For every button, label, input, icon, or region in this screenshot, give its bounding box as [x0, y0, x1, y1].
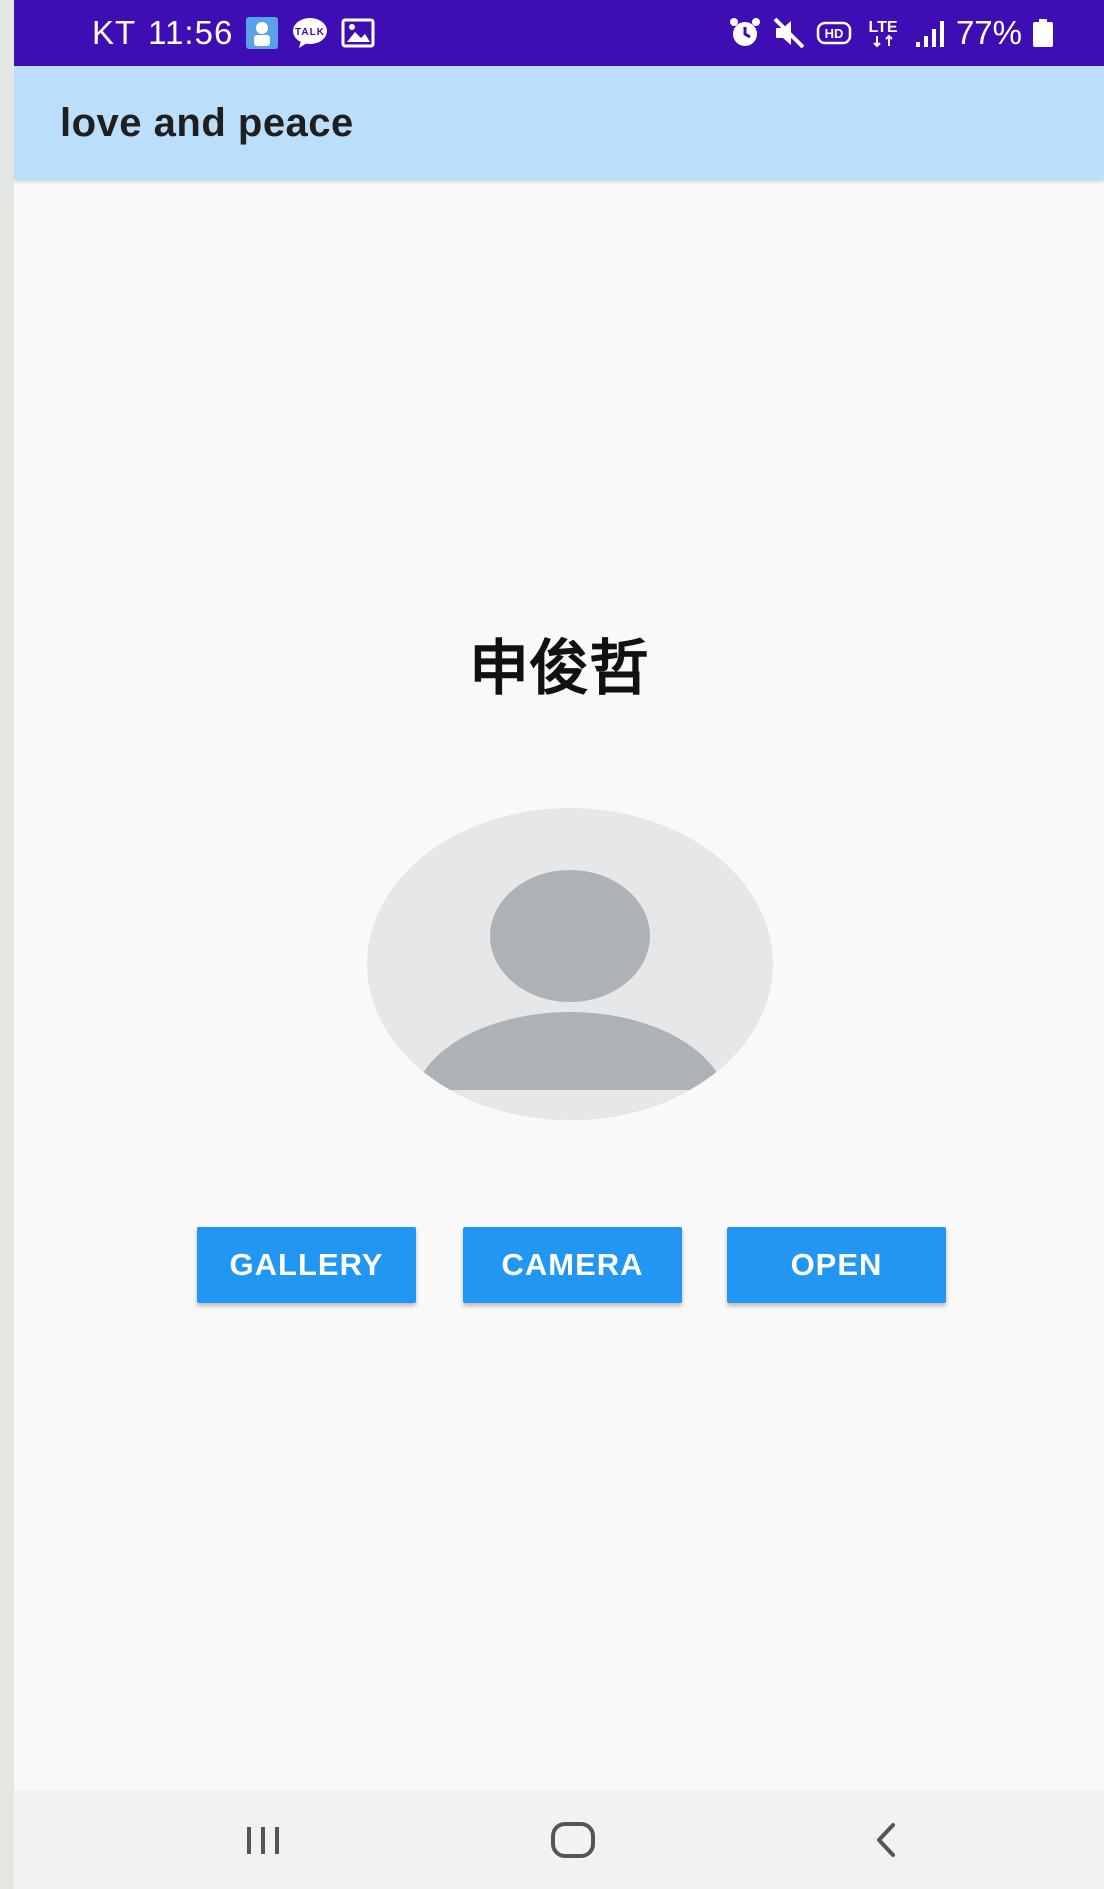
background-edge	[0, 0, 14, 1889]
talk-notification-icon: TALK	[291, 16, 329, 50]
signal-icon	[914, 18, 946, 48]
app-bar: love and peace	[14, 66, 1104, 180]
back-button[interactable]	[846, 1810, 926, 1870]
svg-text:HD: HD	[825, 26, 844, 41]
person-placeholder-icon	[367, 808, 773, 1120]
open-button[interactable]: OPEN	[727, 1227, 946, 1303]
gallery-button[interactable]: GALLERY	[197, 1227, 416, 1303]
profile-avatar[interactable]	[367, 808, 773, 1120]
battery-icon	[1032, 18, 1054, 48]
recents-button[interactable]	[223, 1810, 303, 1870]
image-notification-icon	[341, 18, 375, 48]
phone-screen: KT 11:56 TALK HD LTE 77% love and peace …	[14, 0, 1104, 1889]
home-button[interactable]	[533, 1810, 613, 1870]
carrier-label: KT	[92, 14, 137, 51]
recents-icon	[247, 1827, 279, 1854]
back-icon	[877, 1823, 895, 1857]
alarm-icon	[728, 16, 762, 50]
app-title: love and peace	[60, 101, 354, 145]
battery-percent: 77%	[955, 14, 1022, 51]
status-bar: KT 11:56 TALK HD LTE 77%	[14, 0, 1104, 66]
home-icon	[551, 1822, 595, 1858]
clock-label: 11:56	[148, 14, 234, 51]
hd-voice-icon: HD	[816, 19, 852, 47]
mute-icon	[772, 16, 806, 50]
navigation-bar	[14, 1790, 1104, 1889]
action-buttons: GALLERY CAMERA OPEN	[14, 1227, 1104, 1303]
svg-text:LTE: LTE	[868, 19, 897, 36]
profile-name: 申俊哲	[469, 634, 649, 704]
app-notification-icon	[245, 16, 279, 50]
lte-icon: LTE	[862, 16, 904, 50]
status-right: HD LTE 77%	[728, 0, 1054, 66]
status-left: KT 11:56 TALK	[92, 0, 375, 66]
svg-text:TALK: TALK	[295, 27, 325, 38]
camera-button[interactable]: CAMERA	[463, 1227, 682, 1303]
